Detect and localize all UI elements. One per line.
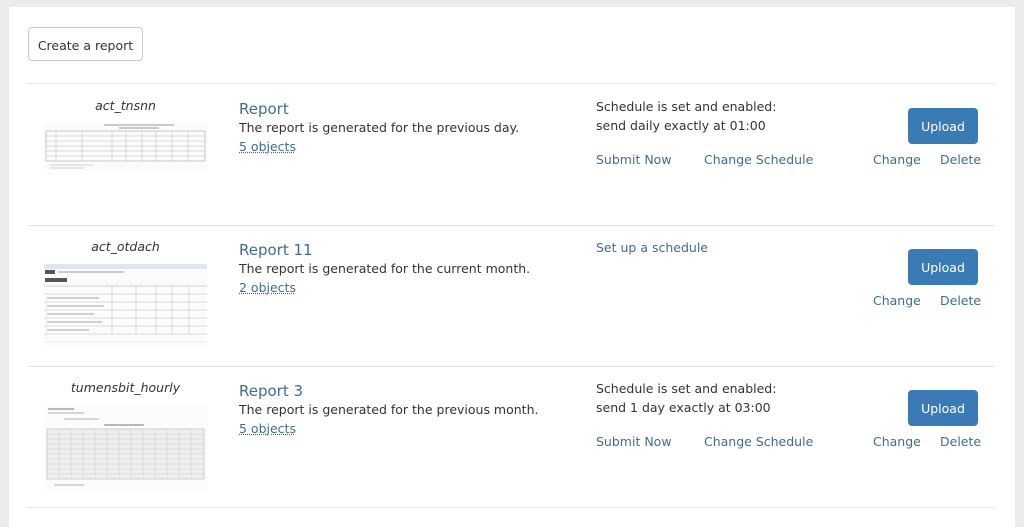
report-thumbnail[interactable] (44, 405, 207, 491)
report-template-name: act_otdach (28, 239, 223, 254)
change-link[interactable]: Change (873, 434, 921, 449)
delete-link[interactable]: Delete (940, 152, 981, 167)
schedule-detail: send daily exactly at 01:00 (596, 118, 766, 133)
report-item: act_otdach Report 11 The report is gener… (28, 225, 995, 366)
report-title[interactable]: Report 3 (239, 382, 303, 400)
create-report-button[interactable]: Create a report (28, 27, 143, 61)
report-thumbnail[interactable] (44, 264, 207, 348)
divider (28, 507, 995, 508)
report-objects-link[interactable]: 5 objects (239, 421, 296, 436)
report-objects-link[interactable]: 5 objects (239, 139, 296, 154)
report-description: The report is generated for the previous… (239, 402, 538, 417)
report-title[interactable]: Report (239, 100, 289, 118)
delete-link[interactable]: Delete (940, 434, 981, 449)
report-description: The report is generated for the current … (239, 261, 530, 276)
upload-button[interactable]: Upload (908, 108, 978, 144)
upload-button[interactable]: Upload (908, 390, 978, 426)
report-item: act_tnsnn Report The report is generated… (28, 84, 995, 225)
submit-now-link[interactable]: Submit Now (596, 152, 672, 167)
schedule-status: Schedule is set and enabled: (596, 381, 776, 396)
setup-schedule-link[interactable]: Set up a schedule (596, 240, 708, 255)
schedule-status: Schedule is set and enabled: (596, 99, 776, 114)
report-item: tumensbit_hourly Report 3 The report is … (28, 366, 995, 507)
submit-now-link[interactable]: Submit Now (596, 434, 672, 449)
report-template-name: act_tnsnn (28, 98, 223, 113)
report-thumbnail[interactable] (44, 123, 207, 171)
change-link[interactable]: Change (873, 152, 921, 167)
reports-panel: Create a report act_tnsnn Report The rep… (9, 7, 1015, 527)
upload-button[interactable]: Upload (908, 249, 978, 285)
change-link[interactable]: Change (873, 293, 921, 308)
report-template-name: tumensbit_hourly (28, 380, 223, 395)
delete-link[interactable]: Delete (940, 293, 981, 308)
report-title[interactable]: Report 11 (239, 241, 313, 259)
change-schedule-link[interactable]: Change Schedule (704, 152, 813, 167)
report-objects-link[interactable]: 2 objects (239, 280, 296, 295)
report-description: The report is generated for the previous… (239, 120, 519, 135)
schedule-detail: send 1 day exactly at 03:00 (596, 400, 771, 415)
change-schedule-link[interactable]: Change Schedule (704, 434, 813, 449)
